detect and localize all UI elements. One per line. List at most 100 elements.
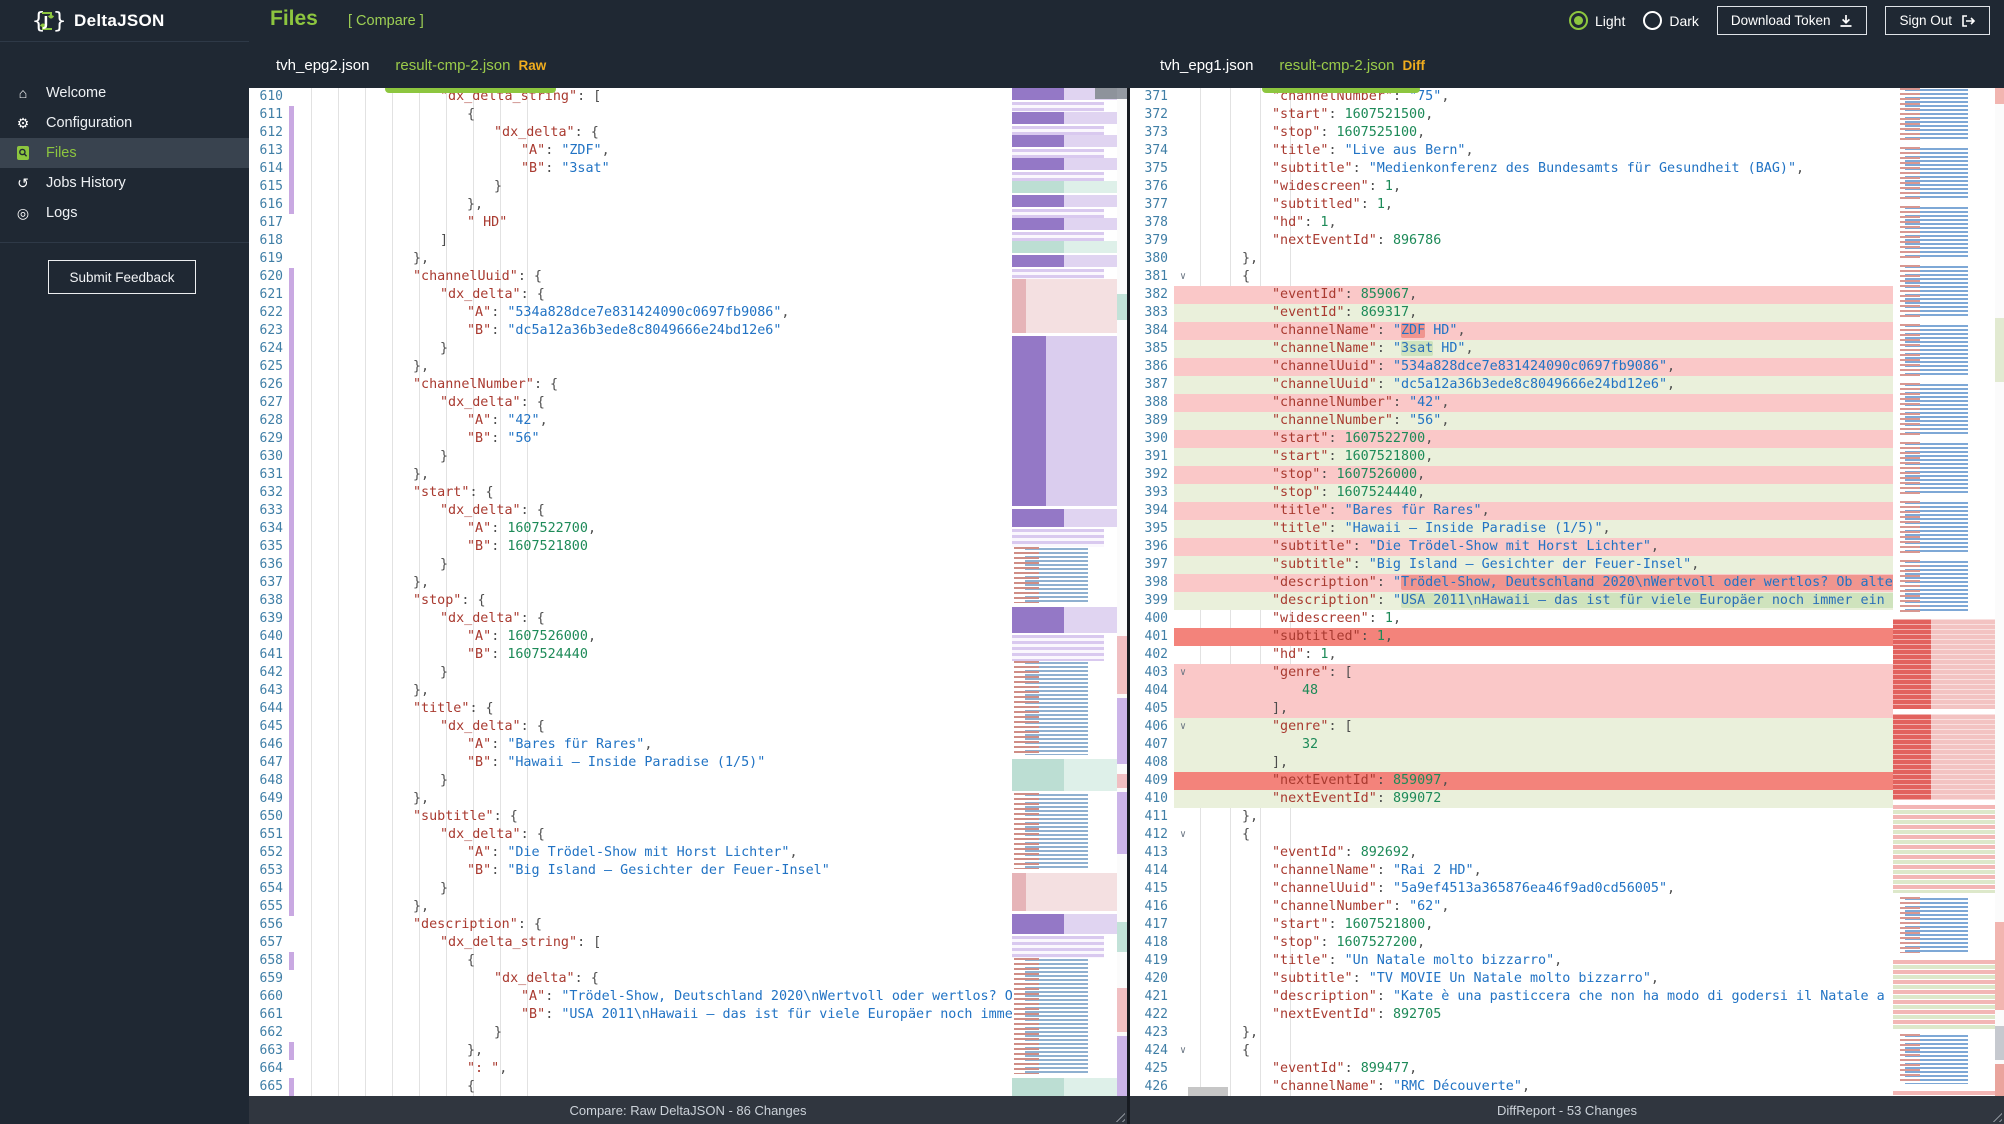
line-number[interactable]: 382 bbox=[1130, 286, 1174, 304]
line-number[interactable]: 651 bbox=[249, 826, 289, 844]
line-number[interactable]: 663 bbox=[249, 1042, 289, 1060]
line-number[interactable]: 662 bbox=[249, 1024, 289, 1042]
line-number[interactable]: 648 bbox=[249, 772, 289, 790]
line-number[interactable]: 413 bbox=[1130, 844, 1174, 862]
left-minimap[interactable] bbox=[1012, 88, 1117, 1096]
line-number[interactable]: 617 bbox=[249, 214, 289, 232]
line-number[interactable]: 630 bbox=[249, 448, 289, 466]
line-number[interactable]: 638 bbox=[249, 592, 289, 610]
submit-feedback-button[interactable]: Submit Feedback bbox=[48, 260, 196, 294]
line-number[interactable]: 642 bbox=[249, 664, 289, 682]
line-number[interactable]: 410 bbox=[1130, 790, 1174, 808]
line-number[interactable]: 411 bbox=[1130, 808, 1174, 826]
line-number[interactable]: 412 bbox=[1130, 826, 1174, 844]
line-number[interactable]: 422 bbox=[1130, 1006, 1174, 1024]
line-number[interactable]: 423 bbox=[1130, 1024, 1174, 1042]
line-number[interactable]: 396 bbox=[1130, 538, 1174, 556]
line-number[interactable]: 622 bbox=[249, 304, 289, 322]
line-number[interactable]: 392 bbox=[1130, 466, 1174, 484]
line-number[interactable]: 393 bbox=[1130, 484, 1174, 502]
line-number[interactable]: 645 bbox=[249, 718, 289, 736]
line-number[interactable]: 613 bbox=[249, 142, 289, 160]
line-number[interactable]: 612 bbox=[249, 124, 289, 142]
line-number[interactable]: 385 bbox=[1130, 340, 1174, 358]
fold-chevron-icon[interactable]: ∨ bbox=[1174, 664, 1192, 682]
line-number[interactable]: 386 bbox=[1130, 358, 1174, 376]
line-number[interactable]: 621 bbox=[249, 286, 289, 304]
line-number[interactable]: 664 bbox=[249, 1060, 289, 1078]
line-number[interactable]: 644 bbox=[249, 700, 289, 718]
line-number[interactable]: 618 bbox=[249, 232, 289, 250]
line-number[interactable]: 376 bbox=[1130, 178, 1174, 196]
line-number[interactable]: 660 bbox=[249, 988, 289, 1006]
line-number[interactable]: 379 bbox=[1130, 232, 1174, 250]
fold-chevron-icon[interactable]: ∨ bbox=[1174, 718, 1192, 736]
line-number[interactable]: 629 bbox=[249, 430, 289, 448]
line-number[interactable]: 395 bbox=[1130, 520, 1174, 538]
line-number[interactable]: 625 bbox=[249, 358, 289, 376]
right-overview-ruler[interactable] bbox=[1995, 88, 2004, 1096]
line-number[interactable]: 409 bbox=[1130, 772, 1174, 790]
line-number[interactable]: 649 bbox=[249, 790, 289, 808]
download-token-button[interactable]: Download Token bbox=[1716, 6, 1868, 35]
line-number[interactable]: 406 bbox=[1130, 718, 1174, 736]
line-number[interactable]: 383 bbox=[1130, 304, 1174, 322]
line-number[interactable]: 659 bbox=[249, 970, 289, 988]
line-number[interactable]: 371 bbox=[1130, 88, 1174, 106]
line-number[interactable]: 652 bbox=[249, 844, 289, 862]
line-number[interactable]: 624 bbox=[249, 340, 289, 358]
line-number[interactable]: 643 bbox=[249, 682, 289, 700]
line-number[interactable]: 633 bbox=[249, 502, 289, 520]
line-number[interactable]: 627 bbox=[249, 394, 289, 412]
line-number[interactable]: 619 bbox=[249, 250, 289, 268]
line-number[interactable]: 419 bbox=[1130, 952, 1174, 970]
tab-tvh-epg1[interactable]: tvh_epg1.json bbox=[1160, 57, 1253, 74]
compare-breadcrumb[interactable]: [ Compare ] bbox=[348, 13, 424, 29]
line-number[interactable]: 656 bbox=[249, 916, 289, 934]
line-number[interactable]: 387 bbox=[1130, 376, 1174, 394]
line-number[interactable]: 420 bbox=[1130, 970, 1174, 988]
line-number[interactable]: 416 bbox=[1130, 898, 1174, 916]
tab-result-cmp-2-diff[interactable]: result-cmp-2.json Diff bbox=[1279, 57, 1425, 74]
sidebar-item-logs[interactable]: ◎ Logs bbox=[0, 198, 249, 228]
line-number[interactable]: 400 bbox=[1130, 610, 1174, 628]
line-number[interactable]: 391 bbox=[1130, 448, 1174, 466]
line-number[interactable]: 632 bbox=[249, 484, 289, 502]
sign-out-button[interactable]: Sign Out bbox=[1885, 6, 1990, 35]
resize-grip-icon[interactable] bbox=[1112, 1109, 1125, 1122]
line-number[interactable]: 398 bbox=[1130, 574, 1174, 592]
line-number[interactable]: 408 bbox=[1130, 754, 1174, 772]
line-number[interactable]: 614 bbox=[249, 160, 289, 178]
line-number[interactable]: 405 bbox=[1130, 700, 1174, 718]
line-number[interactable]: 417 bbox=[1130, 916, 1174, 934]
line-number[interactable]: 628 bbox=[249, 412, 289, 430]
line-number[interactable]: 401 bbox=[1130, 628, 1174, 646]
line-number[interactable]: 384 bbox=[1130, 322, 1174, 340]
left-overview-ruler[interactable] bbox=[1117, 88, 1127, 1096]
line-number[interactable]: 636 bbox=[249, 556, 289, 574]
line-number[interactable]: 653 bbox=[249, 862, 289, 880]
tab-tvh-epg2[interactable]: tvh_epg2.json bbox=[276, 57, 369, 74]
line-number[interactable]: 372 bbox=[1130, 106, 1174, 124]
line-number[interactable]: 404 bbox=[1130, 682, 1174, 700]
line-number[interactable]: 631 bbox=[249, 466, 289, 484]
line-number[interactable]: 415 bbox=[1130, 880, 1174, 898]
line-number[interactable]: 635 bbox=[249, 538, 289, 556]
panel-divider[interactable] bbox=[1127, 88, 1130, 1124]
line-number[interactable]: 657 bbox=[249, 934, 289, 952]
sidebar-item-configuration[interactable]: ⚙ Configuration bbox=[0, 108, 249, 138]
line-number[interactable]: 615 bbox=[249, 178, 289, 196]
line-number[interactable]: 611 bbox=[249, 106, 289, 124]
minimap-slider[interactable] bbox=[1095, 88, 1117, 99]
line-number[interactable]: 424 bbox=[1130, 1042, 1174, 1060]
sidebar-item-files[interactable]: Files bbox=[0, 138, 249, 168]
line-number[interactable]: 634 bbox=[249, 520, 289, 538]
line-number[interactable]: 414 bbox=[1130, 862, 1174, 880]
line-number[interactable]: 394 bbox=[1130, 502, 1174, 520]
line-number[interactable]: 374 bbox=[1130, 142, 1174, 160]
line-number[interactable]: 637 bbox=[249, 574, 289, 592]
left-code-area[interactable]: 610 "dx_delta_string": [611{612 "dx_delta"… bbox=[249, 88, 1012, 1096]
line-number[interactable]: 390 bbox=[1130, 430, 1174, 448]
line-number[interactable]: 389 bbox=[1130, 412, 1174, 430]
line-number[interactable]: 425 bbox=[1130, 1060, 1174, 1078]
